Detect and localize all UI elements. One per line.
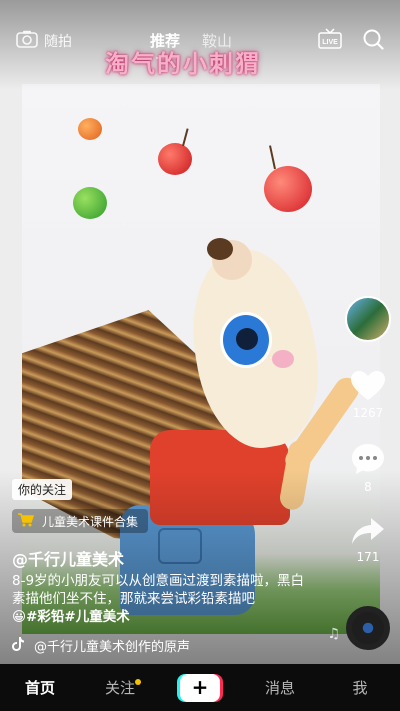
red-apple-large — [264, 166, 312, 212]
cart-icon — [18, 512, 35, 530]
comment-count: 8 — [364, 480, 372, 494]
nav-following-label: 关注 — [104, 679, 135, 697]
nav-messages[interactable]: 消息 — [240, 677, 320, 698]
collection-link[interactable]: 儿童美术课件合集 — [12, 509, 149, 533]
green-apple — [73, 187, 107, 219]
hedgehog-cheek — [272, 350, 294, 368]
share-icon — [352, 518, 384, 544]
svg-text:LIVE: LIVE — [322, 39, 338, 46]
nav-me[interactable]: 我 — [320, 677, 400, 698]
search-icon[interactable] — [362, 28, 384, 54]
music-disc[interactable] — [346, 606, 390, 650]
author-name[interactable]: @千行儿童美术 — [12, 546, 124, 570]
top-right-actions: LIVE — [318, 28, 384, 54]
camera-button[interactable]: 随拍 — [16, 30, 72, 52]
bottom-navigation: 首页 关注 + 消息 我 — [0, 664, 400, 711]
nav-home[interactable]: 首页 — [0, 677, 80, 698]
heart-icon — [351, 371, 385, 400]
live-icon: LIVE — [318, 28, 342, 49]
collection-label: 儿童美术课件合集 — [42, 514, 139, 529]
camera-label: 随拍 — [44, 34, 72, 50]
author-avatar[interactable] — [345, 296, 391, 342]
description-text: 8-9岁的小朋友可以从创意画过渡到素描啦，黑白素描他们坐不住，那就来尝试彩铅素描… — [12, 573, 305, 607]
video-overlay-title: 淘气的小刺猬 — [105, 50, 261, 78]
create-button[interactable]: + — [180, 673, 220, 702]
nav-create[interactable]: + — [160, 673, 240, 702]
video-description: 8-9岁的小朋友可以从创意画过渡到素描啦，黑白素描他们坐不住，那就来尝试彩铅素描… — [12, 572, 312, 626]
share-count: 171 — [356, 550, 380, 564]
like-count: 1267 — [352, 406, 384, 420]
hedgehog-pupil — [236, 328, 258, 350]
orange-fruit — [78, 118, 102, 140]
red-apple-small — [158, 143, 192, 175]
music-info[interactable]: @千行儿童美术创作的原声 — [12, 636, 190, 655]
music-note-icon: ♫ — [327, 626, 340, 642]
tiktok-logo-icon — [12, 636, 24, 655]
hedgehog-nose — [207, 238, 233, 260]
camera-icon — [16, 30, 38, 52]
action-rail: 1267 8 171 — [344, 296, 392, 564]
live-button[interactable]: LIVE — [318, 28, 342, 54]
following-badge: 你的关注 — [12, 479, 73, 500]
hashtags[interactable]: 😀#彩铅#儿童美术 — [12, 609, 130, 625]
notification-dot — [135, 679, 141, 685]
comment-icon — [352, 444, 384, 474]
nav-following[interactable]: 关注 — [80, 677, 160, 698]
like-button[interactable]: 1267 — [350, 370, 386, 420]
share-button[interactable]: 171 — [350, 516, 386, 564]
music-title: @千行儿童美术创作的原声 — [34, 640, 191, 655]
comment-button[interactable]: 8 — [350, 442, 386, 494]
